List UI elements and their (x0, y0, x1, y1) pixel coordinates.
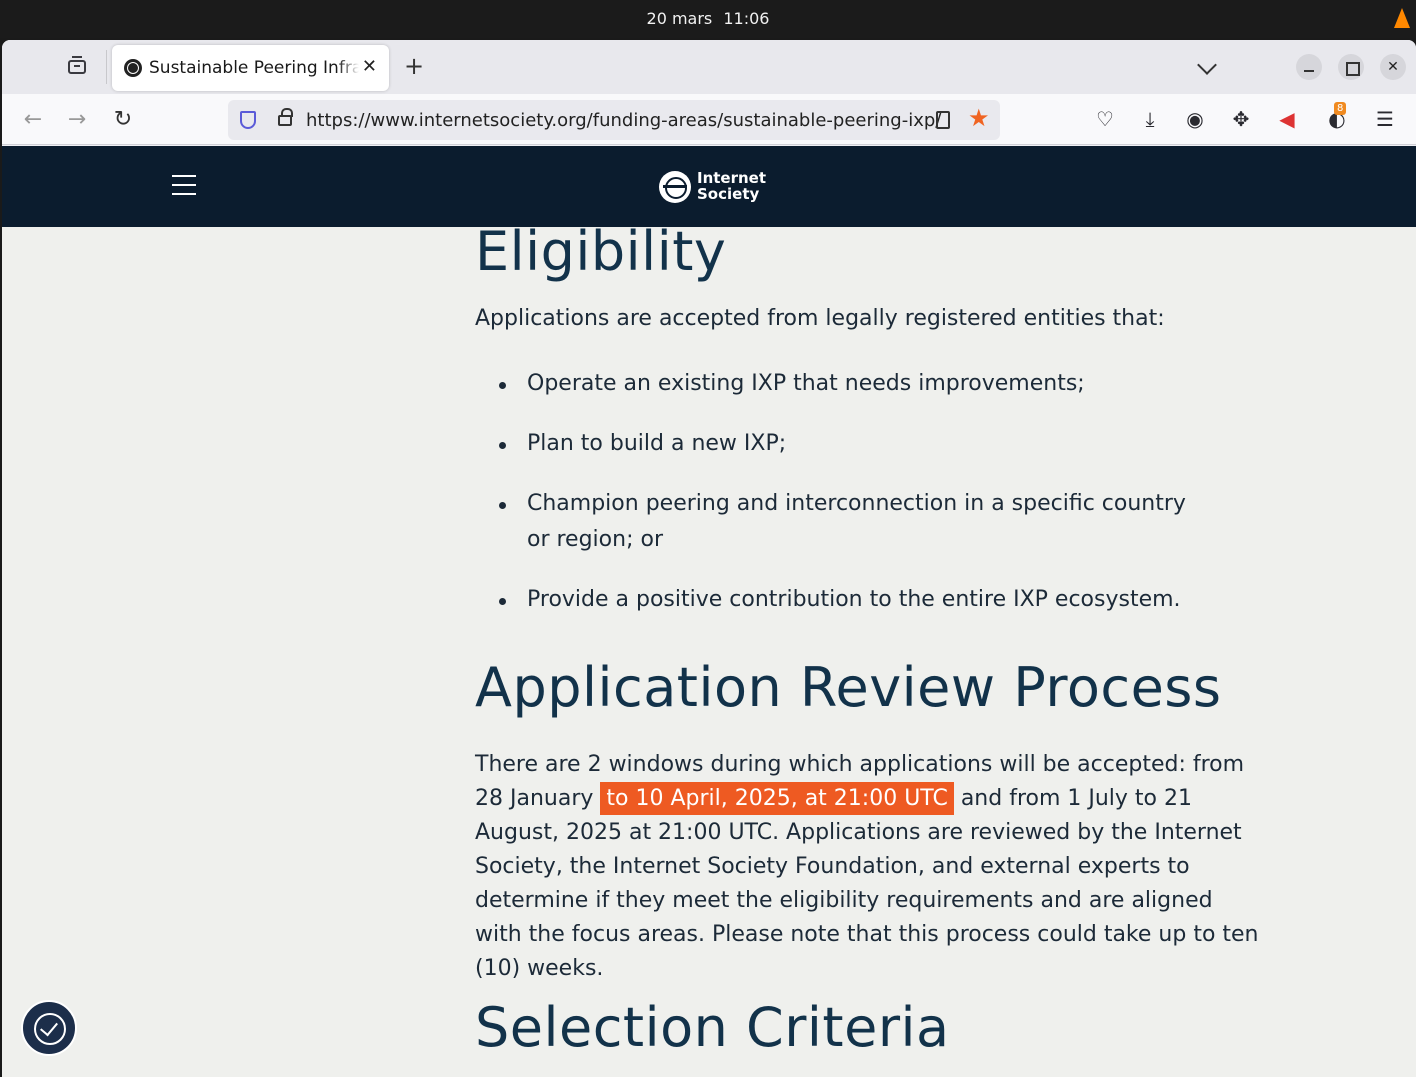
tab-separator (106, 50, 107, 84)
chevron-down-icon[interactable] (1197, 55, 1217, 75)
new-tab-button[interactable]: + (404, 54, 424, 78)
eligibility-intro: Applications are accepted from legally r… (475, 306, 1165, 331)
os-date: 20 mars (646, 9, 713, 28)
back-button[interactable]: ← (19, 106, 47, 134)
eligibility-list: Operate an existing IXP that needs impro… (475, 366, 1255, 642)
tab-list-button[interactable] (64, 54, 90, 80)
list-item: Operate an existing IXP that needs impro… (475, 366, 1255, 402)
nav-toolbar: ← → ↻ https://www.internetsociety.org/fu… (2, 94, 1416, 145)
review-heading: Application Review Process (475, 656, 1222, 719)
megaphone-icon[interactable]: ◀ (1274, 106, 1300, 132)
eligibility-heading: Eligibility (475, 220, 727, 283)
tab-bar: Sustainable Peering Infrastructure ✕ + ✕ (2, 40, 1416, 94)
extensions-icon[interactable]: ✥ (1228, 106, 1254, 132)
os-time: 11:06 (723, 9, 770, 28)
reader-view-icon[interactable] (936, 111, 950, 129)
site-header: Internet Society (2, 146, 1416, 227)
globe-logo-icon (659, 171, 691, 203)
site-menu-icon[interactable] (172, 175, 196, 195)
vlc-icon[interactable] (1394, 8, 1410, 28)
list-item: Plan to build a new IXP; (475, 426, 1255, 462)
tab-active[interactable]: Sustainable Peering Infrastructure ✕ (112, 45, 389, 91)
extension-badge: 8 (1334, 102, 1347, 115)
list-item: Provide a positive contribution to the e… (475, 582, 1255, 618)
cookie-consent-icon[interactable] (21, 1000, 77, 1056)
list-item: Champion peering and interconnection in … (475, 486, 1215, 558)
minimize-button[interactable] (1296, 54, 1322, 80)
os-top-bar: 20 mars 11:06 (0, 0, 1416, 38)
browser-window: Sustainable Peering Infrastructure ✕ + ✕… (2, 40, 1416, 1077)
lock-icon[interactable] (278, 108, 293, 126)
tab-title: Sustainable Peering Infrastructure (149, 58, 359, 78)
account-icon[interactable]: ◉ (1182, 106, 1208, 132)
site-logo[interactable]: Internet Society (659, 170, 779, 206)
window-close-button[interactable]: ✕ (1380, 54, 1406, 80)
selection-heading: Selection Criteria (475, 996, 950, 1059)
url-text[interactable]: https://www.internetsociety.org/funding-… (306, 110, 941, 131)
close-icon[interactable]: ✕ (362, 57, 377, 77)
tab-list-icon (68, 56, 86, 74)
web-page: Internet Society Eligibility Application… (2, 146, 1416, 1077)
maximize-button[interactable] (1338, 54, 1364, 80)
forward-button[interactable]: → (63, 106, 91, 134)
reload-button[interactable]: ↻ (109, 106, 137, 134)
download-icon[interactable]: ⤓ (1137, 106, 1163, 132)
pocket-icon[interactable]: ♡ (1092, 106, 1118, 132)
highlighted-text: to 10 April, 2025, at 21:00 UTC (600, 782, 954, 815)
globe-icon (124, 59, 142, 77)
url-bar[interactable]: https://www.internetsociety.org/funding-… (228, 100, 1000, 140)
review-paragraph: There are 2 windows during which applica… (475, 752, 1259, 981)
os-clock[interactable]: 20 mars 11:06 (0, 9, 1416, 28)
logo-text: Internet Society (697, 169, 767, 203)
bookmark-star-icon[interactable]: ★ (968, 104, 990, 132)
shield-icon[interactable] (240, 111, 256, 129)
hamburger-menu-icon[interactable]: ☰ (1372, 106, 1398, 132)
